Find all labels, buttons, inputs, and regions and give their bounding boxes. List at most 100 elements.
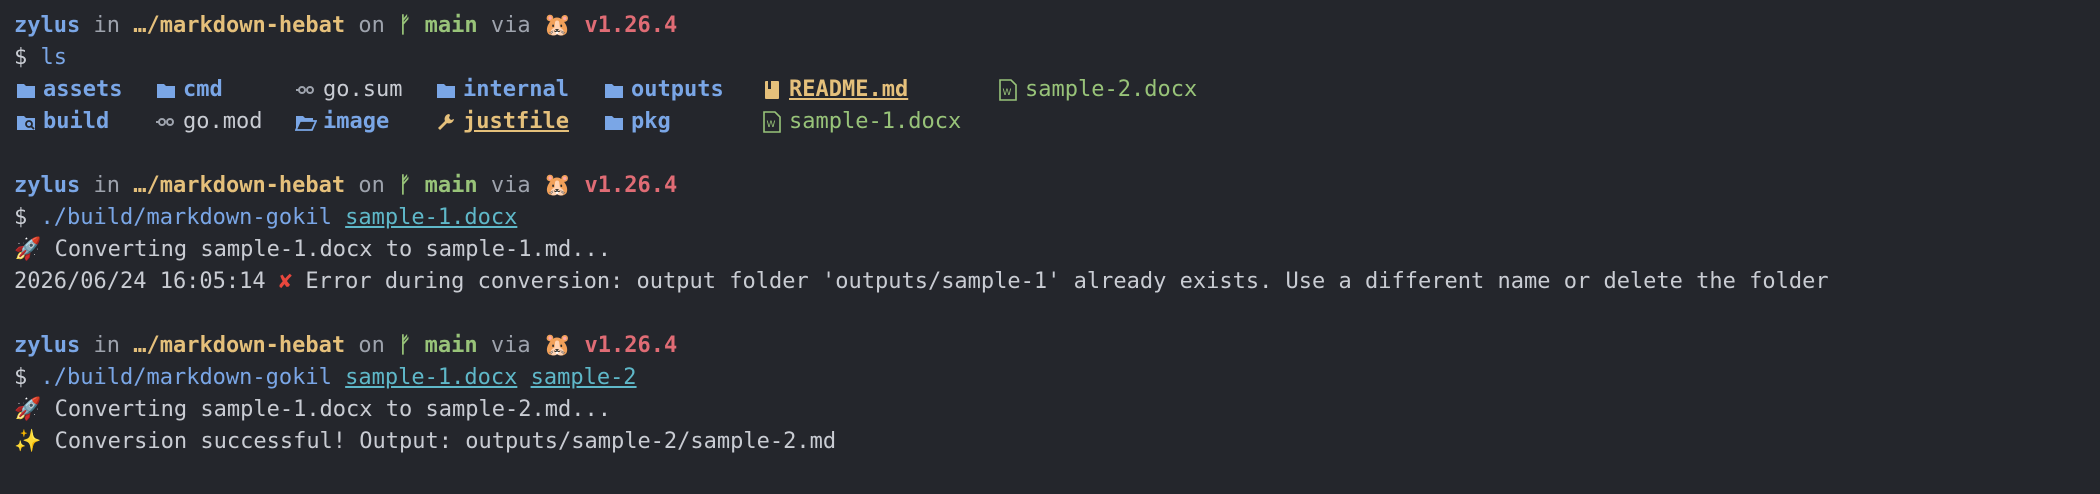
prompt-path: …/markdown-hebat bbox=[133, 13, 346, 38]
list-item: pkg bbox=[602, 106, 760, 138]
svg-text:W: W bbox=[767, 120, 776, 130]
hamster-icon: 🐹 bbox=[543, 173, 572, 198]
item-name: outputs bbox=[631, 77, 724, 102]
prompt-line: zylus in …/markdown-hebat on ᚠ main via … bbox=[14, 330, 2086, 362]
prompt-via: via bbox=[490, 333, 531, 358]
prompt-path: …/markdown-hebat bbox=[133, 333, 346, 358]
command: ls bbox=[40, 45, 68, 70]
output-text: Converting sample-1.docx to sample-1.md.… bbox=[54, 237, 611, 262]
command-line: $ ./build/markdown-gokil sample-1.docx s… bbox=[14, 362, 2086, 394]
folder-open-icon bbox=[294, 110, 318, 134]
wrench-icon bbox=[434, 110, 458, 134]
command-line: $ ls bbox=[14, 42, 2086, 74]
list-item: outputs bbox=[602, 74, 760, 106]
prompt-in: in bbox=[93, 173, 120, 198]
item-name: go.sum bbox=[323, 77, 403, 102]
error-message: Error during conversion: output folder '… bbox=[305, 269, 1829, 294]
list-item: go.sum bbox=[294, 74, 434, 106]
item-name: cmd bbox=[183, 77, 223, 102]
item-name: build bbox=[43, 109, 110, 134]
git-branch-icon: ᚠ bbox=[398, 13, 412, 38]
sparkles-icon: ✨ bbox=[14, 429, 42, 454]
output-line: 🚀 Converting sample-1.docx to sample-1.m… bbox=[14, 234, 2086, 266]
ls-row: build go.mod image justfile pkg Wsample-… bbox=[14, 106, 2086, 138]
command-arg[interactable]: sample-1.docx bbox=[345, 205, 517, 230]
prompt-version: v1.26.4 bbox=[584, 173, 678, 198]
list-item: Wsample-2.docx bbox=[996, 74, 1197, 106]
output-timestamp: 2026/06/24 16:05:14 bbox=[14, 269, 266, 294]
command: ./build/markdown-gokil bbox=[40, 365, 332, 390]
link-icon bbox=[154, 110, 178, 134]
link-icon bbox=[294, 78, 318, 102]
folder-icon bbox=[434, 78, 458, 102]
list-item: build bbox=[14, 106, 154, 138]
prompt-path: …/markdown-hebat bbox=[133, 173, 346, 198]
folder-icon bbox=[602, 110, 626, 134]
git-branch-icon: ᚠ bbox=[398, 173, 412, 198]
prompt-user: zylus bbox=[14, 333, 81, 358]
book-icon bbox=[760, 78, 784, 102]
prompt-symbol: $ bbox=[14, 45, 28, 70]
prompt-user: zylus bbox=[14, 13, 81, 38]
item-name: internal bbox=[463, 77, 569, 102]
output-line: 🚀 Converting sample-1.docx to sample-2.m… bbox=[14, 394, 2086, 426]
folder-search-icon bbox=[14, 110, 38, 134]
list-item: justfile bbox=[434, 106, 602, 138]
item-name: pkg bbox=[631, 109, 671, 134]
hamster-icon: 🐹 bbox=[543, 333, 572, 358]
list-item: image bbox=[294, 106, 434, 138]
prompt-version: v1.26.4 bbox=[584, 333, 678, 358]
output-line: 2026/06/24 16:05:14 ✘ Error during conve… bbox=[14, 266, 2086, 298]
item-name: assets bbox=[43, 77, 123, 102]
output-text: Conversion successful! Output: outputs/s… bbox=[54, 429, 837, 454]
prompt-via: via bbox=[490, 173, 531, 198]
prompt-symbol: $ bbox=[14, 365, 28, 390]
git-branch-icon: ᚠ bbox=[398, 333, 412, 358]
prompt-branch: main bbox=[424, 173, 478, 198]
prompt-version: v1.26.4 bbox=[584, 13, 678, 38]
item-name: go.mod bbox=[183, 109, 263, 134]
command-arg[interactable]: sample-2 bbox=[531, 365, 637, 390]
prompt-line: zylus in …/markdown-hebat on ᚠ main via … bbox=[14, 170, 2086, 202]
rocket-icon: 🚀 bbox=[14, 397, 42, 422]
command-line: $ ./build/markdown-gokil sample-1.docx bbox=[14, 202, 2086, 234]
prompt-on: on bbox=[358, 333, 385, 358]
list-item: internal bbox=[434, 74, 602, 106]
item-name: README.md bbox=[789, 77, 909, 102]
command-arg[interactable]: sample-1.docx bbox=[345, 365, 517, 390]
output-line: ✨ Conversion successful! Output: outputs… bbox=[14, 426, 2086, 458]
folder-icon bbox=[14, 78, 38, 102]
prompt-symbol: $ bbox=[14, 205, 28, 230]
item-name: image bbox=[323, 109, 390, 134]
list-item: go.mod bbox=[154, 106, 294, 138]
item-name: justfile bbox=[463, 109, 569, 134]
item-name: sample-1.docx bbox=[789, 109, 962, 134]
svg-text:W: W bbox=[1003, 88, 1012, 98]
terminal[interactable]: zylus in …/markdown-hebat on ᚠ main via … bbox=[0, 0, 2100, 494]
prompt-branch: main bbox=[424, 333, 478, 358]
item-name: sample-2.docx bbox=[1025, 77, 1198, 102]
prompt-on: on bbox=[358, 13, 385, 38]
ls-row: assets cmd go.sum internal outputs READM… bbox=[14, 74, 2086, 106]
folder-icon bbox=[602, 78, 626, 102]
prompt-branch: main bbox=[424, 13, 478, 38]
prompt-in: in bbox=[93, 13, 120, 38]
output-text: Converting sample-1.docx to sample-2.md.… bbox=[54, 397, 611, 422]
folder-icon bbox=[154, 78, 178, 102]
hamster-icon: 🐹 bbox=[543, 13, 572, 38]
prompt-in: in bbox=[93, 333, 120, 358]
list-item: README.md bbox=[760, 74, 996, 106]
word-doc-icon: W bbox=[760, 110, 784, 134]
rocket-icon: 🚀 bbox=[14, 237, 42, 262]
prompt-user: zylus bbox=[14, 173, 81, 198]
cross-mark-icon: ✘ bbox=[278, 269, 293, 294]
command: ./build/markdown-gokil bbox=[40, 205, 332, 230]
list-item: Wsample-1.docx bbox=[760, 106, 961, 138]
prompt-via: via bbox=[490, 13, 531, 38]
list-item: cmd bbox=[154, 74, 294, 106]
list-item: assets bbox=[14, 74, 154, 106]
prompt-line: zylus in …/markdown-hebat on ᚠ main via … bbox=[14, 10, 2086, 42]
prompt-on: on bbox=[358, 173, 385, 198]
